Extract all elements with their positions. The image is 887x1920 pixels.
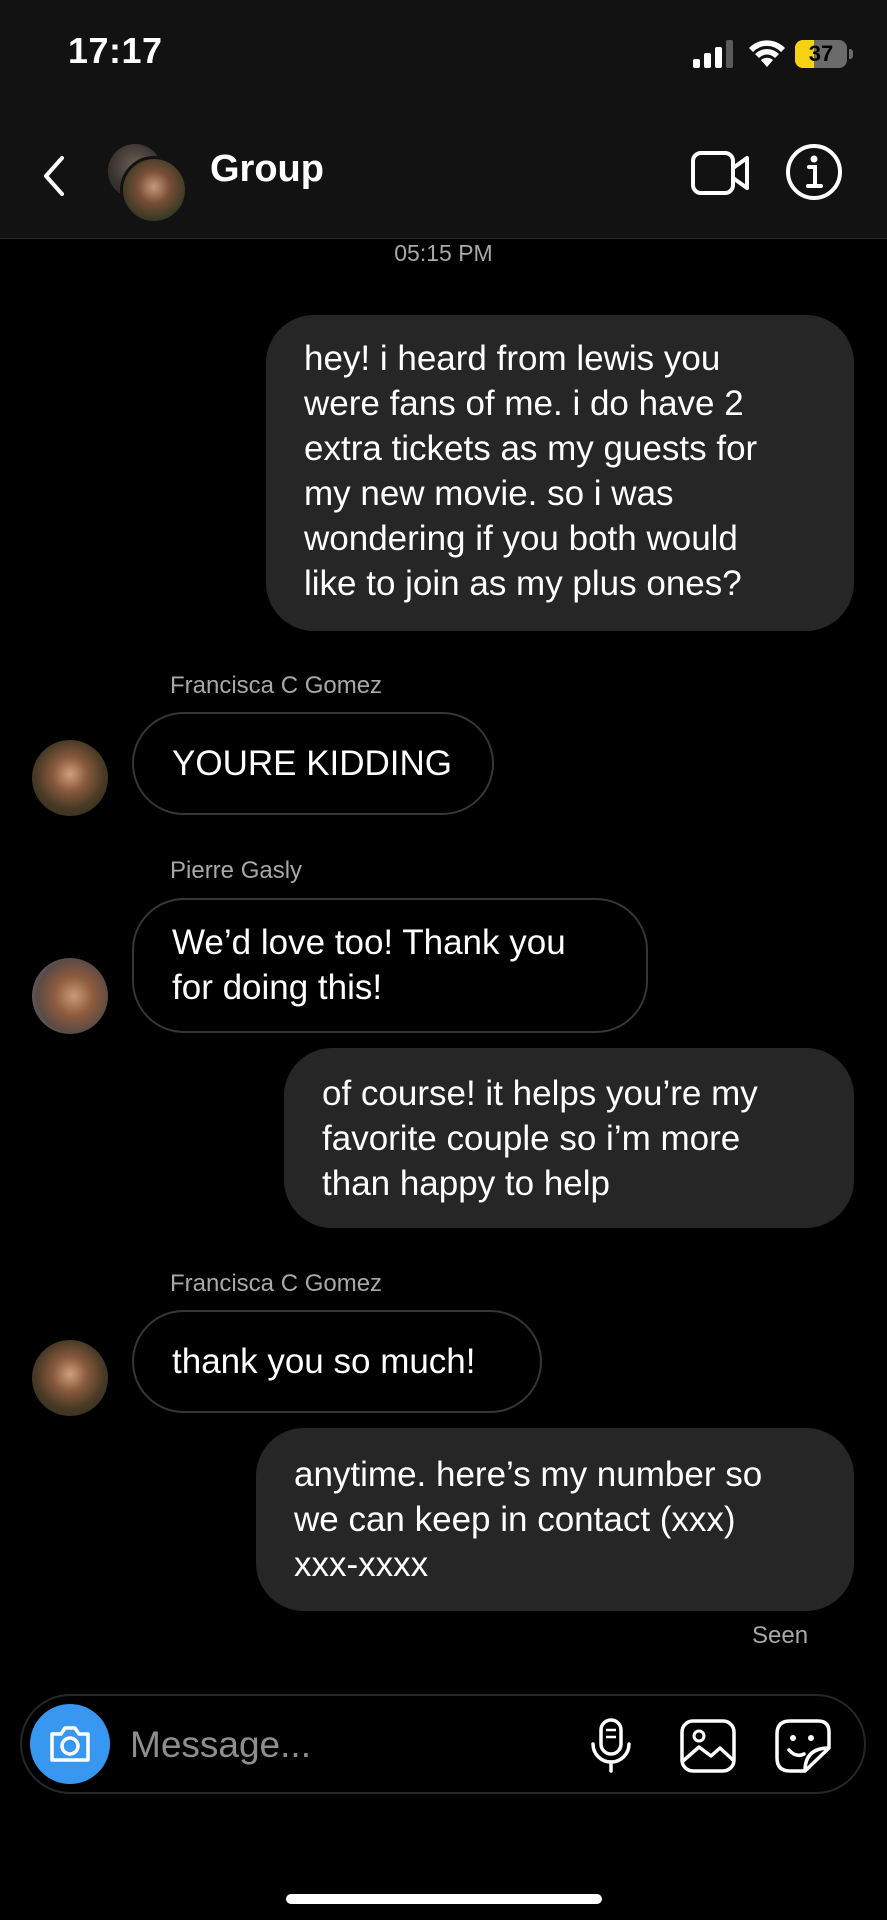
status-bar: 17:17 37 (0, 0, 887, 110)
video-call-icon[interactable] (690, 148, 750, 198)
message-line: my new movie. so i was (304, 474, 674, 513)
avatar[interactable] (32, 958, 108, 1034)
battery-level: 37 (808, 41, 834, 66)
message-line: were fans of me. i do have 2 (304, 384, 744, 423)
chat-title[interactable]: Group (210, 148, 324, 191)
back-arrow-icon[interactable] (36, 146, 72, 206)
camera-button[interactable] (30, 1704, 110, 1784)
message-line: thank you so much! (172, 1342, 476, 1381)
info-icon[interactable] (784, 142, 844, 202)
message-line: We’d love too! Thank you (172, 923, 566, 962)
message-line: extra tickets as my guests for (304, 429, 758, 468)
camera-icon (50, 1726, 90, 1762)
sender-name: Francisca C Gomez (170, 672, 383, 699)
seen-indicator: Seen (752, 1622, 809, 1649)
message-line: favorite couple so i’m more (322, 1119, 741, 1158)
message-line: xxx-xxxx (294, 1545, 429, 1584)
incoming-message[interactable]: We’d love too! Thank you for doing this! (132, 898, 648, 1033)
sender-name: Pierre Gasly (170, 857, 303, 884)
battery-icon: 37 (795, 40, 853, 68)
message-timestamp: 05:15 PM (394, 240, 493, 266)
avatar[interactable] (32, 740, 108, 816)
sender-name: Francisca C Gomez (170, 1270, 383, 1297)
message-line: like to join as my plus ones? (304, 564, 742, 603)
signal-icon (693, 40, 733, 68)
avatar (120, 156, 188, 224)
gallery-icon[interactable] (678, 1718, 738, 1774)
wifi-icon (749, 40, 785, 67)
message-line: of course! it helps you’re my (322, 1074, 758, 1113)
message-input[interactable] (128, 1718, 552, 1772)
message-line: for doing this! (172, 968, 383, 1007)
message-line: we can keep in contact (xxx) (294, 1500, 736, 1539)
status-time: 17:17 (68, 30, 163, 71)
avatar[interactable] (32, 1340, 108, 1416)
microphone-icon[interactable] (588, 1718, 634, 1774)
message-line: hey! i heard from lewis you (304, 339, 721, 378)
message-composer (20, 1694, 866, 1794)
incoming-message[interactable]: YOURE KIDDING (132, 712, 494, 815)
group-avatar[interactable] (104, 134, 194, 224)
message-line: anytime. here’s my number so (294, 1455, 763, 1494)
sticker-icon[interactable] (774, 1718, 832, 1774)
message-line: YOURE KIDDING (172, 744, 453, 783)
message-line: than happy to help (322, 1164, 611, 1203)
message-line: wondering if you both would (304, 519, 738, 558)
outgoing-message[interactable]: hey! i heard from lewis you were fans of… (266, 315, 854, 631)
chat-header: Group (0, 110, 887, 239)
incoming-message[interactable]: thank you so much! (132, 1310, 542, 1413)
home-indicator[interactable] (286, 1894, 602, 1904)
outgoing-message[interactable]: of course! it helps you’re my favorite c… (284, 1048, 854, 1228)
outgoing-message[interactable]: anytime. here’s my number so we can keep… (256, 1428, 854, 1611)
